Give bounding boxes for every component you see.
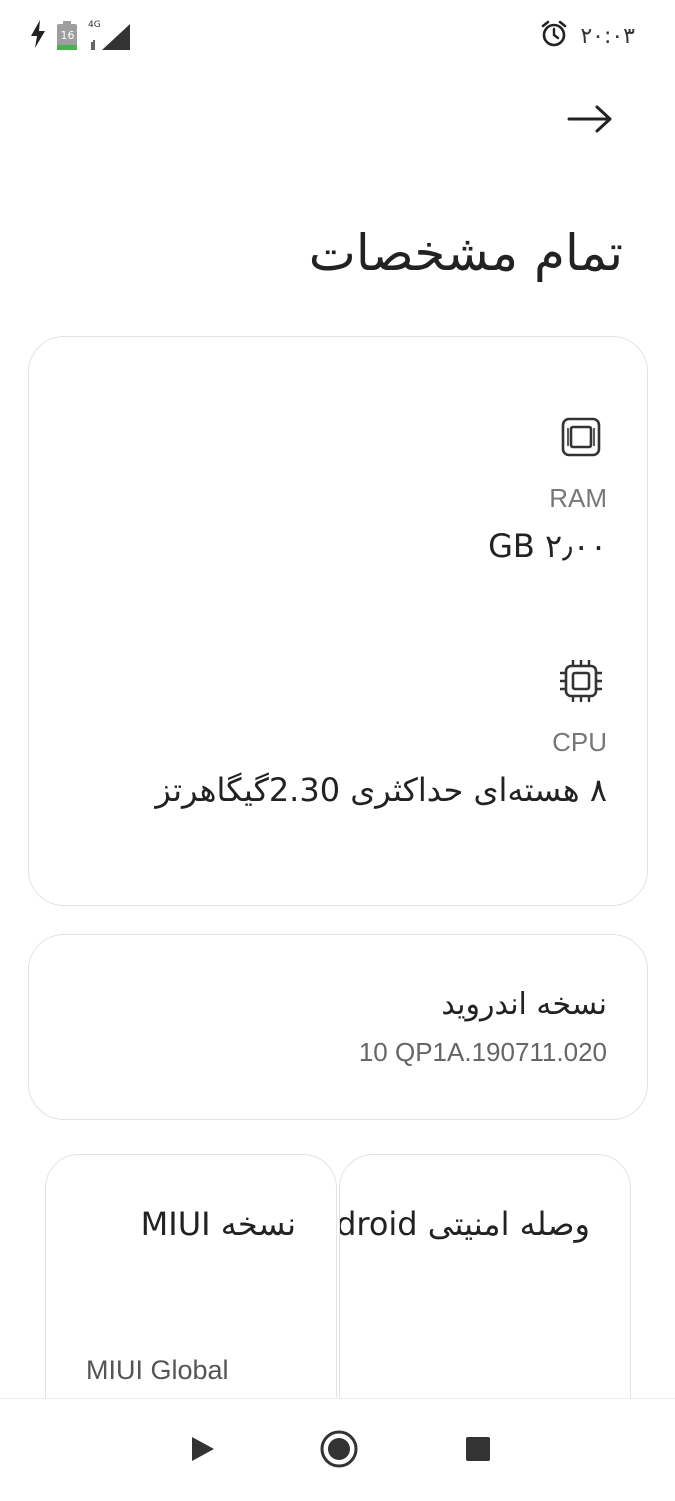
page-title: تمام مشخصات — [308, 223, 623, 282]
status-time: ۲۰:۰۳ — [580, 23, 635, 49]
home-circle-icon — [319, 1429, 359, 1473]
back-triangle-icon — [188, 1435, 216, 1467]
nav-back-button[interactable] — [180, 1429, 224, 1473]
miui-version-title: نسخه MIUI — [140, 1205, 296, 1243]
signal-icon: 4G — [88, 20, 132, 52]
cpu-value: ۸ هسته‌ای حداکثری 2.30گیگاهرتز — [155, 771, 607, 809]
ram-label: RAM — [549, 483, 607, 513]
status-icons-right: ۲۰:۰۳ — [540, 18, 635, 54]
miui-version-value: MIUI Global — [86, 1355, 229, 1385]
charging-bolt-icon — [30, 20, 46, 52]
android-version-value: 10 QP1A.190711.020 — [358, 1037, 607, 1067]
android-version-title: نسخه اندروید — [441, 987, 607, 1022]
navigation-bar — [0, 1398, 675, 1501]
processor-icon — [559, 659, 603, 703]
ram-value: ۲٫۰۰ GB — [488, 527, 607, 565]
back-button[interactable] — [560, 96, 620, 146]
arrow-right-icon — [567, 104, 613, 138]
chip-icon — [559, 415, 603, 459]
nav-recents-button[interactable] — [456, 1429, 500, 1473]
android-version-card[interactable]: نسخه اندروید 10 QP1A.190711.020 — [28, 934, 648, 1120]
nav-home-button[interactable] — [317, 1429, 361, 1473]
status-icons-left: 16 4G — [30, 18, 132, 54]
cpu-label: CPU — [552, 727, 607, 757]
battery-level: 16 — [60, 29, 75, 42]
security-patch-title: وصله امنیتی Android — [340, 1205, 590, 1243]
status-bar: 16 4G ۲۰:۰۳ — [0, 0, 675, 76]
battery-icon: 16 — [56, 21, 78, 51]
network-type: 4G — [88, 20, 101, 30]
alarm-icon — [540, 20, 568, 52]
recents-square-icon — [465, 1436, 491, 1466]
specs-card: RAM ۲٫۰۰ GB CPU ۸ هسته‌ای حداکثری 2.30گی… — [28, 336, 648, 906]
